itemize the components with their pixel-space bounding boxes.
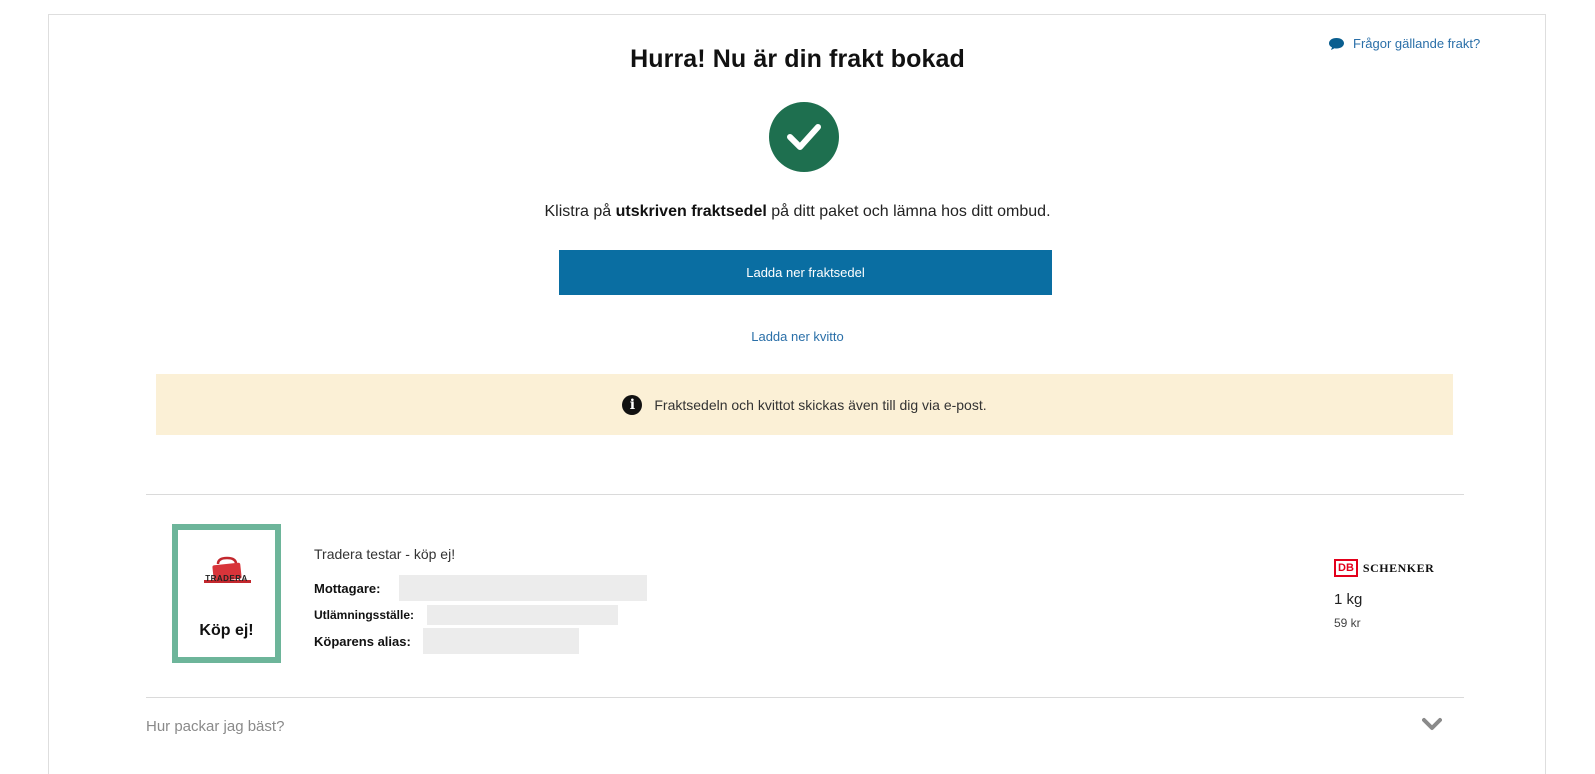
package-weight: 1 kg (1334, 591, 1363, 608)
instruction-bold: utskriven fraktsedel (615, 203, 767, 220)
pickup-point-redacted-value (427, 605, 619, 625)
item-title: Tradera testar - köp ej! (314, 546, 456, 562)
email-notice-banner: i Fraktsedeln och kvittot skickas även t… (156, 374, 1453, 435)
chevron-down-icon[interactable] (1422, 716, 1442, 732)
recipient-redacted-value (399, 575, 648, 601)
recipient-row: Mottagare: (314, 575, 648, 601)
buyer-alias-redacted-value (422, 628, 579, 654)
thumbnail-text: Köp ej! (199, 622, 254, 639)
packing-faq-toggle[interactable]: Hur packar jag bäst? (146, 718, 284, 735)
instruction-text: Klistra på utskriven fraktsedel på ditt … (0, 203, 1595, 221)
pickup-point-label: Utlämningsställe: (314, 608, 415, 622)
recipient-label: Mottagare: (314, 580, 381, 596)
section-divider (146, 494, 1464, 495)
carrier-logo: DB SCHENKER (1334, 559, 1434, 577)
pickup-point-row: Utlämningsställe: (314, 605, 619, 625)
info-icon: i (622, 394, 643, 415)
item-thumbnail: TRADERA Köp ej! (172, 524, 281, 663)
shipping-price: 59 kr (1334, 616, 1361, 630)
section-divider-2 (146, 697, 1464, 698)
buyer-alias-label: Köparens alias: (314, 633, 411, 649)
page-title: Hurra! Nu är din frakt bokad (630, 45, 965, 73)
download-receipt-label: Ladda ner kvitto (751, 329, 844, 344)
instruction-prefix: Klistra på (544, 203, 616, 220)
tradera-bag-logo (196, 552, 259, 592)
notice-text: Fraktsedeln och kvittot skickas även til… (654, 396, 987, 413)
download-receipt-link[interactable]: Ladda ner kvitto (0, 329, 1595, 344)
download-waybill-button[interactable]: Ladda ner fraktsedel (559, 250, 1052, 295)
success-check-icon (769, 102, 839, 172)
db-logo: DB (1334, 559, 1358, 577)
instruction-suffix: på ditt paket och lämna hos ditt ombud. (766, 203, 1051, 220)
carrier-name: SCHENKER (1362, 560, 1435, 575)
buyer-alias-row: Köparens alias: (314, 628, 579, 654)
thumbnail-brand: TRADERA (205, 574, 248, 583)
